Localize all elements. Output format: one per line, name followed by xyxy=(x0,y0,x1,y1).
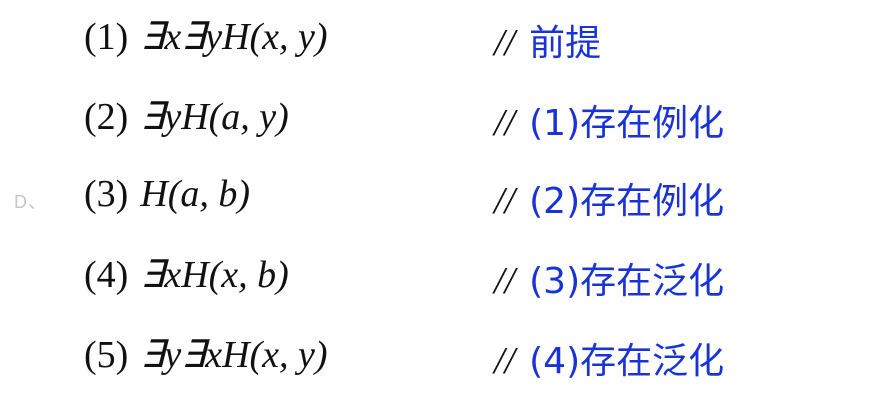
step-formula: ∃y∃xH(x, y) xyxy=(140,334,328,376)
step-expression: (5) ∃y∃xH(x, y) xyxy=(84,332,328,377)
step-expression: (3) H(a, b) xyxy=(84,172,250,216)
step-formula: ∃x∃yH(x, y) xyxy=(140,16,328,58)
comment-slashes: // xyxy=(494,22,516,64)
proof-step: (4) ∃xH(x, b) // (3)存在泛化 xyxy=(0,252,884,312)
step-expression: (4) ∃xH(x, b) xyxy=(84,252,289,297)
step-comment: // (3)存在泛化 xyxy=(494,252,724,304)
step-comment: // (4)存在泛化 xyxy=(494,332,724,384)
step-justification: (2)存在例化 xyxy=(529,181,725,222)
step-number: (2) xyxy=(84,96,129,138)
proof-step: (5) ∃y∃xH(x, y) // (4)存在泛化 xyxy=(0,332,884,392)
step-formula: ∃xH(x, b) xyxy=(140,254,289,296)
step-number: (5) xyxy=(84,334,129,376)
comment-slashes: // xyxy=(494,180,516,222)
step-number: (4) xyxy=(84,254,129,296)
proof-step: (1) ∃x∃yH(x, y) // 前提 xyxy=(0,14,884,74)
proof-step: (2) ∃yH(a, y) // (1)存在例化 xyxy=(0,94,884,154)
step-expression: (1) ∃x∃yH(x, y) xyxy=(84,14,328,59)
step-justification: (4)存在泛化 xyxy=(529,341,725,382)
step-comment: // (1)存在例化 xyxy=(494,94,724,146)
step-expression: (2) ∃yH(a, y) xyxy=(84,94,289,139)
step-formula: ∃yH(a, y) xyxy=(140,96,289,138)
step-justification: (1)存在例化 xyxy=(529,103,725,144)
step-number: (3) xyxy=(84,173,129,215)
comment-slashes: // xyxy=(494,340,516,382)
step-number: (1) xyxy=(84,16,129,58)
step-formula: H(a, b) xyxy=(140,173,251,215)
proof-step: (3) H(a, b) // (2)存在例化 xyxy=(0,172,884,232)
step-justification: (3)存在泛化 xyxy=(529,261,725,302)
step-comment: // (2)存在例化 xyxy=(494,172,724,224)
comment-slashes: // xyxy=(494,260,516,302)
comment-slashes: // xyxy=(494,102,516,144)
step-justification: 前提 xyxy=(529,23,602,64)
step-comment: // 前提 xyxy=(494,14,601,66)
